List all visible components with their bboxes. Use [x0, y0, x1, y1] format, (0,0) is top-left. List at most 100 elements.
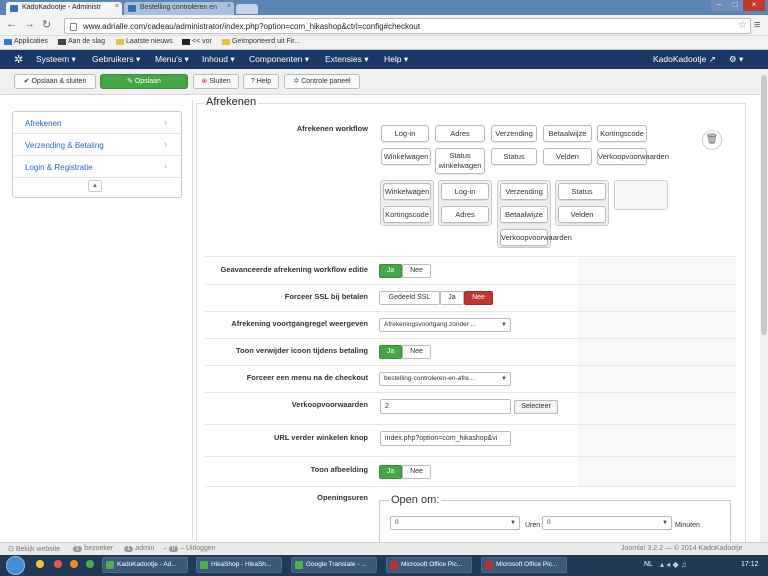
workflow-step-fields[interactable]: Velden	[558, 206, 606, 223]
workflow-step-coupon[interactable]: Kortingscode	[597, 125, 647, 142]
bookmark-getting-started[interactable]: Aan de slag	[58, 38, 105, 45]
control-panel-button[interactable]: ✲ Controle paneel	[284, 74, 360, 89]
workflow-step-cart[interactable]: Winkelwagen	[383, 183, 431, 200]
taskbar-item[interactable]: HikaShop - HikaSh...	[196, 557, 282, 573]
joomla-logo-icon[interactable]: ✲	[14, 53, 23, 66]
force-menu-select[interactable]: bestelling-controleren-en-afre... ▼	[379, 372, 511, 386]
workflow-step-address[interactable]: Adres	[435, 125, 485, 142]
start-button-icon[interactable]	[6, 556, 25, 575]
menu-extensions[interactable]: Extensies ▾	[325, 54, 369, 65]
workflow-step-shipping[interactable]: Verzending	[500, 183, 548, 200]
bookmark-apps[interactable]: Applicaties	[4, 38, 48, 45]
bookmark-imported[interactable]: Geïmporteerd uit Fir...	[222, 38, 300, 45]
workflow-step-login[interactable]: Log-in	[381, 125, 429, 142]
chevron-right-icon: ›	[164, 161, 167, 171]
taskbar-item[interactable]: Microsoft Office Pic...	[386, 557, 472, 573]
menu-content[interactable]: Inhoud ▾	[202, 54, 235, 65]
menu-menus[interactable]: Menu's ▾	[155, 54, 189, 65]
terms-field[interactable]: 2	[380, 399, 511, 414]
sidebar-item-login-registration[interactable]: Login & Registratie ›	[13, 156, 181, 178]
explorer-icon[interactable]	[36, 560, 44, 568]
menu-components[interactable]: Componenten ▾	[249, 54, 309, 65]
settings-gear-icon[interactable]: ⚙ ▾	[729, 54, 743, 65]
workflow-step-fields[interactable]: Velden	[543, 148, 592, 165]
workflow-step-login[interactable]: Log-in	[441, 183, 489, 200]
taskbar-item[interactable]: KadoKadootje - Ad...	[102, 557, 188, 573]
menu-help[interactable]: Help ▾	[384, 54, 408, 65]
version-info: Joomla! 3.2.2 — © 2014 KadoKadootje	[621, 545, 743, 552]
workflow-step-terms[interactable]: Verkoopvoorwaarden	[500, 229, 572, 246]
close-tab-icon[interactable]: ×	[227, 3, 231, 10]
bookmark-star-icon[interactable]: ☆	[738, 20, 747, 31]
progress-bar-select[interactable]: Afrekeningsvoortgang zonder ... ▼	[379, 318, 511, 332]
sidebar-item-shipping-payment[interactable]: Verzending & Betaling ›	[13, 134, 181, 156]
workflow-step-status[interactable]: Status	[491, 148, 537, 165]
show-image-yes[interactable]: Ja	[379, 465, 402, 479]
browser-menu-icon[interactable]: ≡	[754, 19, 760, 31]
workflow-label: Afrekenen workflow	[296, 124, 368, 133]
minutes-select[interactable]: 0 ▼	[542, 516, 672, 530]
site-link[interactable]: KadoKadootje ↗	[653, 54, 716, 65]
reload-icon[interactable]: ↻	[42, 18, 51, 31]
back-icon[interactable]: ←	[6, 18, 17, 30]
close-button[interactable]: ⊗ Sluiten	[193, 74, 239, 89]
taskbar-item[interactable]: Microsoft Office Pic...	[481, 557, 567, 573]
force-ssl-yes[interactable]: Ja	[440, 291, 464, 305]
app-icon[interactable]	[54, 560, 62, 568]
save-button[interactable]: ✎ Opslaan	[100, 74, 188, 89]
workflow-empty-group[interactable]	[614, 180, 668, 210]
save-close-button[interactable]: ✔ Opslaan & sluiten	[14, 74, 96, 89]
browser-tab[interactable]: Bestelling controleren en ×	[124, 2, 234, 15]
admins-count: 1 admin	[124, 545, 154, 552]
workflow-step-terms[interactable]: Verkoopvoorwaarden	[597, 148, 669, 165]
taskbar-item[interactable]: Google Translate - ...	[291, 557, 377, 573]
maximize-window-icon[interactable]: □	[727, 0, 743, 11]
bookmark-latest-news[interactable]: Laatste nieuws	[116, 38, 173, 45]
workflow-step-cart-status[interactable]: Status winkelwagen	[435, 148, 485, 174]
new-tab-button[interactable]	[236, 4, 258, 14]
scrollbar-thumb[interactable]	[761, 75, 767, 335]
tray-icons[interactable]: ▴ ◂ ◆ ♫	[660, 560, 687, 569]
firefox-icon[interactable]	[70, 560, 78, 568]
sidebar-item-checkout[interactable]: Afrekenen ›	[13, 112, 181, 134]
advanced-workflow-yes[interactable]: Ja	[379, 264, 402, 278]
show-delete-no[interactable]: Nee	[402, 345, 431, 359]
collapse-sidebar-icon[interactable]: ▲	[88, 180, 102, 192]
workflow-step-status[interactable]: Status	[558, 183, 606, 200]
browser-tab-active[interactable]: KadoKadootje - Administr ×	[6, 2, 122, 15]
language-indicator[interactable]: NL	[644, 561, 653, 568]
workflow-step-cart[interactable]: Winkelwagen	[381, 148, 431, 165]
joomla-admin-menu: ✲ Systeem ▾ Gebruikers ▾ Menu's ▾ Inhoud…	[0, 50, 768, 69]
view-site-link[interactable]: ⊡ Bekijk website	[8, 545, 60, 553]
help-button[interactable]: ? Help	[243, 74, 279, 89]
forward-icon[interactable]: →	[24, 18, 35, 30]
workflow-step-shipping[interactable]: Verzending	[491, 125, 537, 142]
continue-url-field[interactable]: index.php?option=com_hikashop&vi	[380, 431, 511, 446]
menu-users[interactable]: Gebruikers ▾	[92, 54, 140, 65]
hours-select[interactable]: 0 ▼	[390, 516, 520, 530]
workflow-step-payment[interactable]: Betaalwijze	[500, 206, 548, 223]
logout-link[interactable]: – 0 – Uitloggen	[163, 545, 216, 552]
bookmark-vor[interactable]: << vor	[182, 38, 212, 45]
tab-label: Bestelling controleren en	[140, 4, 218, 11]
taskbar-clock[interactable]: 17:12	[741, 561, 759, 568]
setting-label: URL verder winkelen knop	[273, 433, 368, 442]
trash-icon[interactable]: 🗑	[702, 130, 722, 150]
show-image-no[interactable]: Nee	[402, 465, 431, 479]
address-bar[interactable]: www.adrialle.com/cadeau/administrator/in…	[64, 18, 751, 34]
menu-system[interactable]: Systeem ▾	[36, 54, 76, 65]
close-window-icon[interactable]: ×	[743, 0, 765, 11]
force-ssl-no[interactable]: Nee	[464, 291, 493, 305]
minimize-window-icon[interactable]: –	[711, 0, 727, 11]
admin-status-bar: ⊡ Bekijk website 1 bezoeker 1 admin – 0 …	[0, 542, 768, 555]
office-picture-icon	[485, 561, 493, 569]
workflow-step-address[interactable]: Adres	[441, 206, 489, 223]
workflow-step-coupon[interactable]: Kortingscode	[383, 206, 431, 223]
chrome-icon[interactable]	[86, 560, 94, 568]
show-delete-yes[interactable]: Ja	[379, 345, 402, 359]
select-terms-button[interactable]: Selecteer	[514, 400, 558, 414]
advanced-workflow-no[interactable]: Nee	[402, 264, 431, 278]
force-ssl-partial[interactable]: Gedeeld SSL	[379, 291, 440, 305]
workflow-step-payment[interactable]: Betaalwijze	[543, 125, 592, 142]
close-tab-icon[interactable]: ×	[115, 3, 119, 10]
